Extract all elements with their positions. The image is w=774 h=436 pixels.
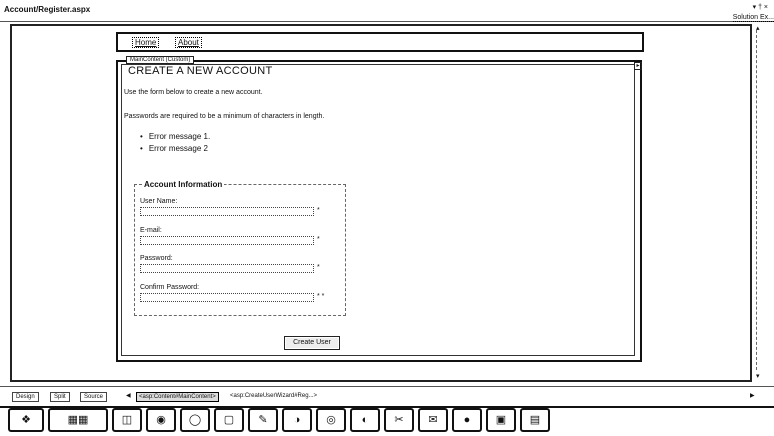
placeholder-tag: MainContent (Custom)	[126, 56, 195, 64]
chrome-icon[interactable]: ◉	[146, 408, 176, 432]
notepad-icon[interactable]: ▢	[214, 408, 244, 432]
breadcrumb-content[interactable]: <asp:Content#MainContent>	[136, 392, 219, 402]
breadcrumb-forward-icon[interactable]: ▶	[750, 392, 755, 402]
password-input[interactable]	[140, 264, 314, 273]
password-requirement-text: Passwords are required to be a minimum o…	[124, 113, 325, 120]
folder-icon[interactable]: ▣	[486, 408, 516, 432]
confirm-password-required: * *	[317, 293, 325, 300]
error-message: Error message 2	[140, 144, 210, 153]
page-title: Create a New Account	[128, 65, 273, 77]
source-view-button[interactable]: Source	[80, 392, 108, 402]
split-view-button[interactable]: Split	[50, 392, 70, 402]
breadcrumb-back-icon[interactable]: ◀	[126, 392, 131, 402]
smart-tag-icon[interactable]: ▸	[634, 62, 642, 70]
calendar-icon[interactable]: ▤	[520, 408, 550, 432]
fieldset-legend: Account Information	[142, 180, 225, 189]
nav-link-about[interactable]: About	[175, 37, 202, 48]
username-required: *	[317, 207, 320, 214]
skype-icon[interactable]: ◎	[316, 408, 346, 432]
username-label: User Name:	[140, 198, 178, 205]
breadcrumb-wizard[interactable]: <asp:CreateUserWizard#Reg...>	[230, 392, 317, 402]
window-controls[interactable]: ▾ † ×	[753, 3, 768, 11]
paint-icon[interactable]: ◑	[282, 408, 312, 432]
view-bar	[0, 386, 774, 406]
email-input[interactable]	[140, 236, 314, 245]
confirm-password-label: Confirm Password:	[140, 284, 200, 291]
firefox-icon[interactable]: ◯	[180, 408, 210, 432]
start-orb-icon[interactable]: ❖	[8, 408, 44, 432]
word-icon[interactable]: ✎	[248, 408, 278, 432]
create-user-button[interactable]: Create User	[284, 336, 340, 350]
vs-icon[interactable]: ◐	[350, 408, 380, 432]
email-label: E-mail:	[140, 227, 162, 234]
scroll-down-icon[interactable]: ▾	[756, 372, 760, 380]
outlook-icon[interactable]: ✉	[418, 408, 448, 432]
password-label: Password:	[140, 255, 173, 262]
vertical-scrollbar[interactable]	[756, 30, 764, 370]
media-icon[interactable]: ◫	[112, 408, 142, 432]
nav-link-home[interactable]: Home	[132, 37, 160, 48]
validation-summary: Error message 1. Error message 2	[140, 132, 210, 156]
explorer-icon[interactable]: ▦▦	[48, 408, 108, 432]
error-message: Error message 1.	[140, 132, 210, 141]
confirm-password-input[interactable]	[140, 293, 314, 302]
email-required: *	[317, 236, 320, 243]
remote-icon[interactable]: ●	[452, 408, 482, 432]
username-input[interactable]	[140, 207, 314, 216]
design-view-button[interactable]: Design	[12, 392, 39, 402]
snipping-icon[interactable]: ✂	[384, 408, 414, 432]
document-tab[interactable]: Account/Register.aspx	[4, 5, 90, 14]
intro-text: Use the form below to create a new accou…	[124, 89, 263, 96]
document-tab-bar: Account/Register.aspx ▾ † × Solution Ex.…	[0, 0, 774, 22]
password-required: *	[317, 264, 320, 271]
solution-explorer-tab[interactable]: Solution Ex...	[732, 14, 774, 22]
